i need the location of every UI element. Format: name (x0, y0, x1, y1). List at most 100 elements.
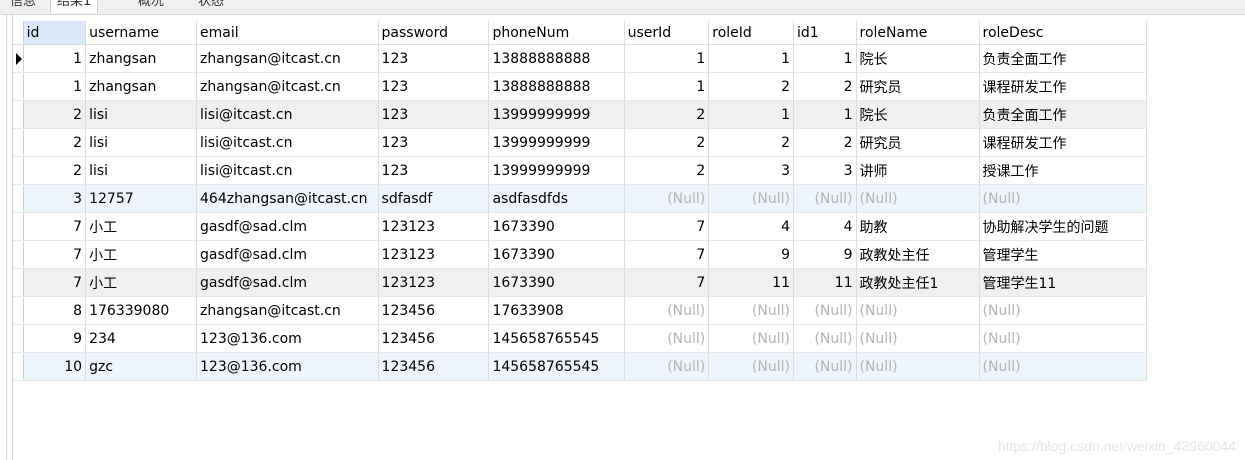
cell-email[interactable]: zhangsan@itcast.cn (196, 72, 379, 101)
cell-username[interactable]: 小工 (85, 268, 198, 297)
cell-id[interactable]: 2 (23, 128, 87, 157)
cell-username[interactable]: gzc (85, 352, 198, 381)
cell-rolename[interactable]: 院长 (856, 100, 980, 129)
cell-email[interactable]: gasdf@sad.clm (196, 268, 379, 297)
tab-status[interactable]: 状态 (192, 0, 230, 13)
cell-id[interactable]: 10 (23, 352, 87, 381)
cell-id1[interactable]: 2 (793, 72, 857, 101)
cell-roledesc[interactable]: 管理学生 (979, 240, 1148, 269)
column-header-password[interactable]: password (378, 21, 490, 45)
cell-id[interactable]: 3 (23, 184, 87, 213)
cell-roledesc[interactable]: (Null) (979, 296, 1148, 325)
table-row[interactable]: 2 lisi lisi@itcast.cn 123 13999999999 2 1 1 院长 负责… (13, 100, 1148, 129)
cell-id[interactable]: 7 (23, 240, 87, 269)
cell-id1[interactable]: 2 (793, 128, 857, 157)
cell-id1[interactable]: (Null) (793, 352, 857, 381)
cell-userid[interactable]: 1 (624, 44, 710, 73)
cell-roleid[interactable]: 9 (708, 240, 794, 269)
cell-email[interactable]: 123@136.com (196, 352, 379, 381)
cell-id1[interactable]: 11 (793, 268, 857, 297)
cell-roleid[interactable]: (Null) (708, 184, 794, 213)
cell-phonenum[interactable]: 13888888888 (488, 44, 625, 73)
cell-roleid[interactable]: (Null) (708, 296, 794, 325)
cell-phonenum[interactable]: 1673390 (488, 212, 625, 241)
cell-id1[interactable]: (Null) (793, 184, 857, 213)
cell-id[interactable]: 1 (23, 72, 87, 101)
cell-rolename[interactable]: 研究员 (856, 72, 980, 101)
cell-id[interactable]: 2 (23, 156, 87, 185)
column-header-roleid[interactable]: roleId (708, 21, 794, 45)
row-indicator[interactable] (13, 268, 24, 297)
cell-roleid[interactable]: (Null) (708, 352, 794, 381)
cell-roleid[interactable]: 3 (708, 156, 794, 185)
table-row[interactable]: 1 zhangsan zhangsan@itcast.cn 123 1388888888… (13, 44, 1148, 73)
table-row[interactable]: 7 小工 gasdf@sad.clm 123123 1673390 7 4 4 助教 协助解决学生… (13, 212, 1148, 241)
table-row[interactable]: 10 gzc 123@136.com 123456 145658765545 (Null)… (13, 352, 1148, 381)
cell-id1[interactable]: 1 (793, 44, 857, 73)
cell-userid[interactable]: (Null) (624, 184, 710, 213)
cell-id1[interactable]: 1 (793, 100, 857, 129)
cell-phonenum[interactable]: 13999999999 (488, 100, 625, 129)
cell-password[interactable]: 123 (378, 128, 490, 157)
cell-password[interactable]: 123 (378, 44, 490, 73)
row-indicator[interactable] (13, 184, 24, 213)
cell-password[interactable]: 123123 (378, 268, 490, 297)
cell-roledesc[interactable]: 授课工作 (979, 156, 1148, 185)
cell-rolename[interactable]: (Null) (856, 324, 980, 353)
cell-roleid[interactable]: 4 (708, 212, 794, 241)
cell-id[interactable]: 7 (23, 268, 87, 297)
cell-password[interactable]: 123456 (378, 296, 490, 325)
cell-username[interactable]: 12757 (85, 184, 198, 213)
row-indicator[interactable] (13, 212, 24, 241)
cell-userid[interactable]: 1 (624, 72, 710, 101)
cell-username[interactable]: 176339080 (85, 296, 198, 325)
cell-id[interactable]: 8 (23, 296, 87, 325)
cell-username[interactable]: lisi (85, 100, 198, 129)
cell-userid[interactable]: (Null) (624, 352, 710, 381)
cell-id[interactable]: 1 (23, 44, 87, 73)
row-indicator[interactable] (13, 324, 24, 353)
cell-phonenum[interactable]: 13999999999 (488, 156, 625, 185)
cell-roleid[interactable]: 1 (708, 100, 794, 129)
cell-rolename[interactable]: 政教处主任 (856, 240, 980, 269)
row-indicator[interactable] (13, 44, 24, 73)
table-row[interactable]: 3 12757 464zhangsan@itcast.cn sdfasdf asdfas… (13, 184, 1148, 213)
cell-rolename[interactable]: 讲师 (856, 156, 980, 185)
row-indicator[interactable] (13, 240, 24, 269)
cell-rolename[interactable]: 助教 (856, 212, 980, 241)
cell-phonenum[interactable]: 145658765545 (488, 352, 625, 381)
cell-id1[interactable]: 9 (793, 240, 857, 269)
cell-email[interactable]: lisi@itcast.cn (196, 156, 379, 185)
tab-info[interactable]: 信息 (4, 0, 42, 13)
cell-roledesc[interactable]: 协助解决学生的问题 (979, 212, 1148, 241)
cell-roledesc[interactable]: 课程研发工作 (979, 128, 1148, 157)
cell-password[interactable]: 123123 (378, 212, 490, 241)
table-row[interactable]: 7 小工 gasdf@sad.clm 123123 1673390 7 9 9 政教处主任 管理学… (13, 240, 1148, 269)
cell-roledesc[interactable]: 负责全面工作 (979, 100, 1148, 129)
cell-username[interactable]: zhangsan (85, 44, 198, 73)
cell-email[interactable]: gasdf@sad.clm (196, 240, 379, 269)
table-row[interactable]: 8 176339080 zhangsan@itcast.cn 123456 176339… (13, 296, 1148, 325)
cell-id1[interactable]: (Null) (793, 296, 857, 325)
cell-roledesc[interactable]: 管理学生11 (979, 268, 1148, 297)
cell-phonenum[interactable]: 1673390 (488, 240, 625, 269)
cell-phonenum[interactable]: 13999999999 (488, 128, 625, 157)
table-row[interactable]: 2 lisi lisi@itcast.cn 123 13999999999 2 2 2 研究员课… (13, 128, 1148, 157)
cell-rolename[interactable]: (Null) (856, 352, 980, 381)
cell-userid[interactable]: 7 (624, 240, 710, 269)
cell-roleid[interactable]: 2 (708, 72, 794, 101)
cell-password[interactable]: sdfasdf (378, 184, 490, 213)
cell-roleid[interactable]: 2 (708, 128, 794, 157)
column-header-rolename[interactable]: roleName (856, 21, 980, 45)
row-indicator[interactable] (13, 352, 24, 381)
cell-userid[interactable]: 2 (624, 128, 710, 157)
table-row[interactable]: 9 234 123@136.com 123456 145658765545 (Null)(… (13, 324, 1148, 353)
cell-roledesc[interactable]: 课程研发工作 (979, 72, 1148, 101)
cell-phonenum[interactable]: 17633908 (488, 296, 625, 325)
column-header-email[interactable]: email (196, 21, 379, 45)
column-header-id[interactable]: id (23, 21, 87, 45)
cell-userid[interactable]: 7 (624, 212, 710, 241)
table-row[interactable]: 2 lisi lisi@itcast.cn 123 13999999999 2 3 3 讲师 授课… (13, 156, 1148, 185)
tab-result1[interactable]: 结果1 (50, 0, 99, 13)
cell-id[interactable]: 7 (23, 212, 87, 241)
